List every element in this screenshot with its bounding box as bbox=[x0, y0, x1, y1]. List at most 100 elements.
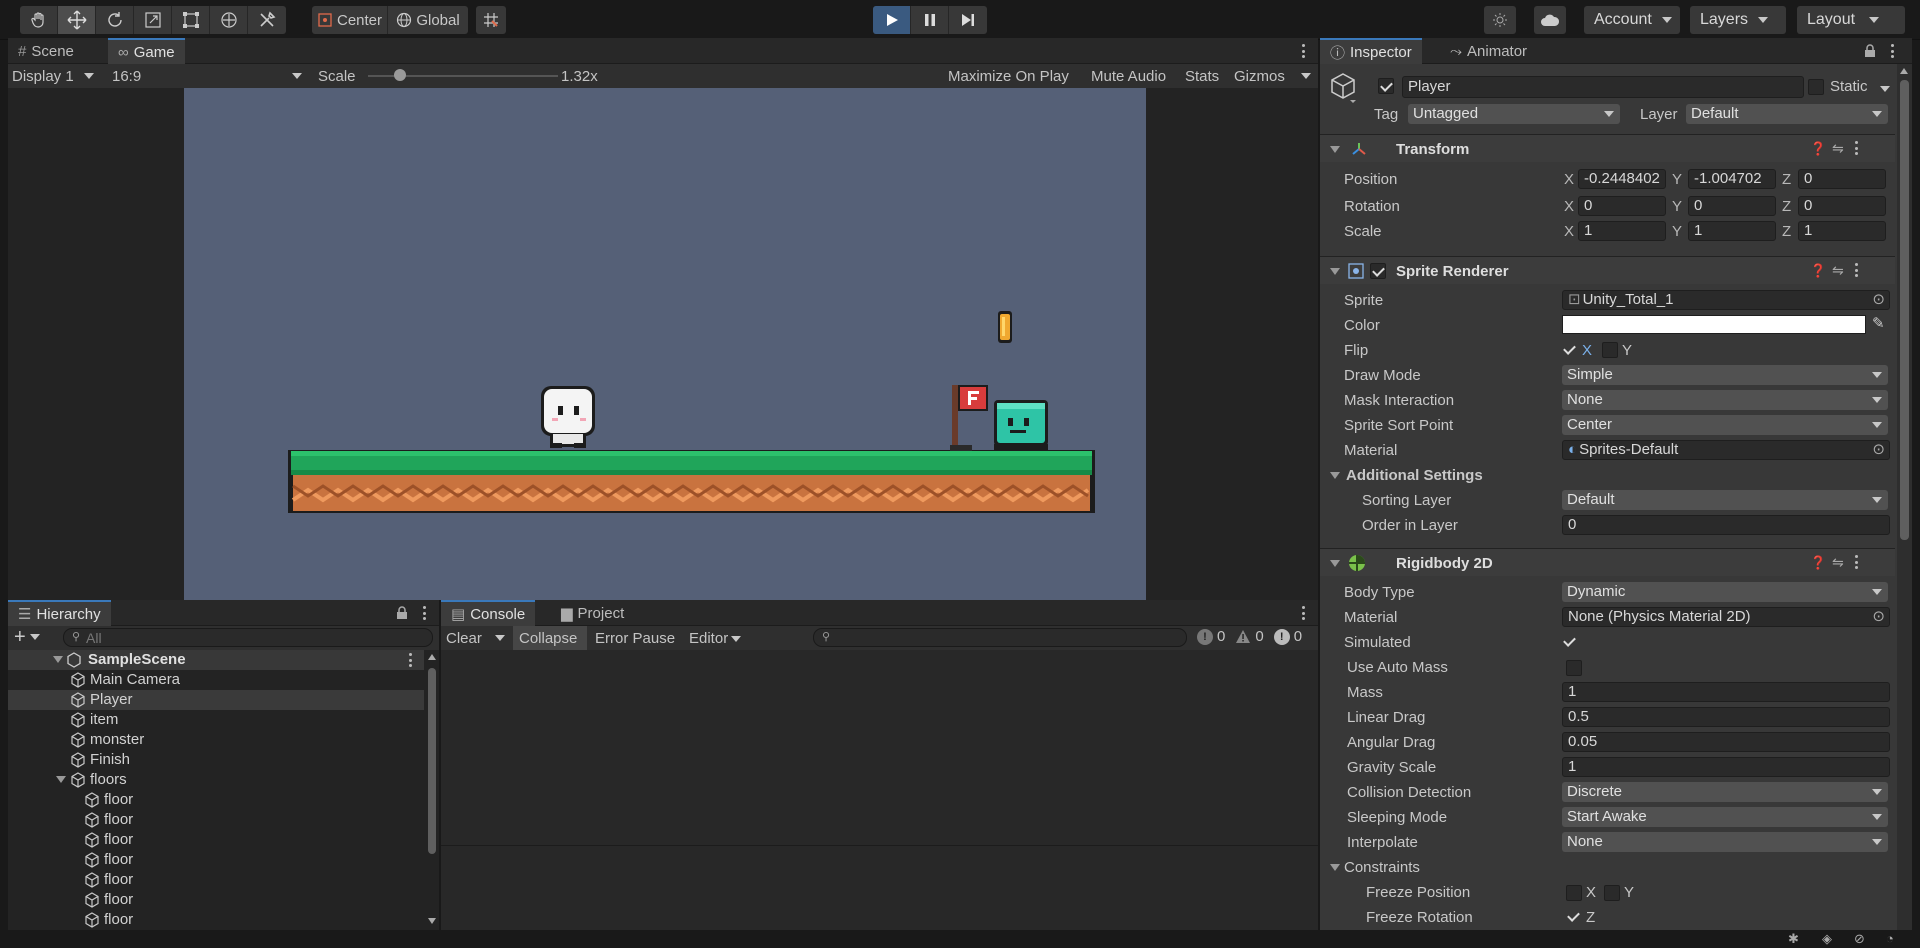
gizmos-toggle[interactable]: Gizmos bbox=[1234, 68, 1285, 85]
draw-mode-dropdown[interactable]: Simple bbox=[1562, 365, 1888, 385]
collapse-toggle[interactable]: Collapse bbox=[513, 626, 587, 650]
tab-hierarchy[interactable]: ☰ Hierarchy bbox=[8, 600, 111, 626]
inspector-lock-icon[interactable] bbox=[1864, 44, 1876, 58]
help-icon[interactable]: ❓ bbox=[1810, 141, 1826, 157]
transform-menu-icon[interactable] bbox=[1854, 141, 1858, 155]
hierarchy-item[interactable]: floor bbox=[8, 890, 424, 910]
hierarchy-item[interactable]: floor bbox=[8, 830, 424, 850]
hierarchy-item[interactable]: floor bbox=[8, 790, 424, 810]
rb-material-field[interactable]: None (Physics Material 2D) ⊙ bbox=[1562, 607, 1890, 627]
pivot-global-button[interactable]: Global bbox=[388, 6, 468, 34]
maximize-on-play-toggle[interactable]: Maximize On Play bbox=[948, 68, 1069, 85]
scale-slider-handle[interactable] bbox=[394, 69, 407, 81]
sprite-renderer-foldout-icon[interactable] bbox=[1330, 268, 1340, 275]
tab-game[interactable]: ∞ Game bbox=[108, 38, 185, 64]
move-tool-icon[interactable] bbox=[58, 6, 96, 34]
object-picker-icon[interactable]: ⊙ bbox=[1872, 441, 1885, 459]
static-dropdown-icon[interactable] bbox=[1880, 86, 1890, 92]
sprite-renderer-enabled-checkbox[interactable] bbox=[1370, 263, 1386, 279]
hierarchy-item[interactable]: floor bbox=[8, 850, 424, 870]
sr-material-field[interactable]: ◐ Sprites-Default ⊙ bbox=[1562, 440, 1890, 460]
position-x-field[interactable]: -0.2448402 bbox=[1578, 169, 1666, 189]
transform-tool-icon[interactable] bbox=[210, 6, 248, 34]
scroll-up-icon[interactable] bbox=[428, 654, 436, 660]
linear-drag-field[interactable]: 0.5 bbox=[1562, 707, 1890, 727]
grid-snap-icon[interactable] bbox=[476, 6, 506, 34]
console-search-field[interactable]: ⚲ bbox=[813, 628, 1187, 647]
active-checkbox[interactable] bbox=[1378, 78, 1394, 94]
rigidbody-header[interactable]: Rigidbody 2D ❓ ⇋ bbox=[1320, 548, 1895, 576]
hierarchy-scroll-thumb[interactable] bbox=[428, 668, 436, 854]
hierarchy-search-field[interactable]: ⚲ All bbox=[63, 628, 433, 647]
lighting-icon[interactable] bbox=[1484, 6, 1516, 34]
scale-x-field[interactable]: 1 bbox=[1578, 221, 1666, 241]
hierarchy-item[interactable]: monster bbox=[8, 730, 424, 750]
network-icon[interactable]: ⊘ bbox=[1854, 931, 1865, 947]
hierarchy-item[interactable]: Main Camera bbox=[8, 670, 424, 690]
mask-interaction-dropdown[interactable]: None bbox=[1562, 390, 1888, 410]
freeze-pos-y-checkbox[interactable] bbox=[1604, 885, 1620, 901]
hierarchy-item[interactable]: Player bbox=[8, 690, 424, 710]
color-swatch[interactable] bbox=[1562, 315, 1866, 334]
hierarchy-scrollbar[interactable] bbox=[426, 650, 439, 930]
rigidbody-foldout-icon[interactable] bbox=[1330, 560, 1340, 567]
tab-console[interactable]: ▤ Console bbox=[441, 600, 536, 626]
hierarchy-item[interactable]: floor bbox=[8, 870, 424, 890]
angular-drag-field[interactable]: 0.05 bbox=[1562, 732, 1890, 752]
object-picker-icon[interactable]: ⊙ bbox=[1872, 608, 1885, 626]
flip-y-checkbox[interactable] bbox=[1602, 342, 1618, 358]
play-button-icon[interactable] bbox=[873, 6, 911, 34]
sorting-layer-dropdown[interactable]: Default bbox=[1562, 490, 1888, 510]
static-checkbox[interactable] bbox=[1808, 79, 1824, 95]
hierarchy-item[interactable]: floor bbox=[8, 910, 424, 930]
rotate-tool-icon[interactable] bbox=[96, 6, 134, 34]
rotation-x-field[interactable]: 0 bbox=[1578, 196, 1666, 216]
scroll-up-icon[interactable] bbox=[1900, 68, 1908, 74]
hierarchy-lock-icon[interactable] bbox=[396, 606, 408, 620]
gravity-scale-field[interactable]: 1 bbox=[1562, 757, 1890, 777]
constraints-foldout-icon[interactable] bbox=[1330, 864, 1340, 871]
foldout-icon[interactable] bbox=[56, 776, 66, 783]
layout-dropdown[interactable]: Layout bbox=[1797, 6, 1905, 34]
order-in-layer-field[interactable]: 0 bbox=[1562, 515, 1890, 535]
tab-inspector[interactable]: ⓘ Inspector bbox=[1320, 38, 1422, 64]
presets-icon[interactable]: ⇋ bbox=[1832, 554, 1844, 571]
rotation-z-field[interactable]: 0 bbox=[1798, 196, 1886, 216]
object-picker-icon[interactable]: ⊙ bbox=[1872, 291, 1885, 309]
object-name-field[interactable]: Player bbox=[1402, 76, 1804, 98]
clear-options-icon[interactable] bbox=[495, 635, 505, 641]
warning-count[interactable]: 0 bbox=[1235, 628, 1264, 645]
tab-project[interactable]: ▆ Project bbox=[551, 600, 634, 626]
pivot-center-button[interactable]: Center bbox=[312, 6, 388, 34]
presets-icon[interactable]: ⇋ bbox=[1832, 140, 1844, 157]
hierarchy-item[interactable]: floor bbox=[8, 810, 424, 830]
game-panel-menu-icon[interactable] bbox=[1301, 44, 1305, 58]
additional-settings-label[interactable]: Additional Settings bbox=[1346, 467, 1483, 484]
body-type-dropdown[interactable]: Dynamic bbox=[1562, 582, 1888, 602]
sprite-object-field[interactable]: ⊡ Unity_Total_1 ⊙ bbox=[1562, 290, 1890, 310]
tab-scene[interactable]: # Scene bbox=[8, 38, 84, 64]
mute-audio-toggle[interactable]: Mute Audio bbox=[1091, 68, 1166, 85]
simulated-checkbox[interactable] bbox=[1562, 634, 1578, 650]
hierarchy-item[interactable]: item bbox=[8, 710, 424, 730]
console-menu-icon[interactable] bbox=[1301, 606, 1305, 620]
sleeping-mode-dropdown[interactable]: Start Awake bbox=[1562, 807, 1888, 827]
transform-foldout-icon[interactable] bbox=[1330, 146, 1340, 153]
cloud-icon[interactable] bbox=[1534, 6, 1566, 34]
additional-settings-foldout-icon[interactable] bbox=[1330, 472, 1340, 479]
console-log-area[interactable] bbox=[441, 650, 1318, 846]
gizmos-dropdown-icon[interactable] bbox=[1301, 73, 1311, 79]
scene-menu-icon[interactable] bbox=[408, 653, 412, 667]
hand-tool-icon[interactable] bbox=[20, 6, 58, 34]
use-auto-mass-checkbox[interactable] bbox=[1566, 660, 1582, 676]
error-pause-toggle[interactable]: Error Pause bbox=[595, 630, 675, 647]
account-dropdown[interactable]: Account bbox=[1584, 6, 1680, 34]
hierarchy-item[interactable]: floors bbox=[8, 770, 424, 790]
tab-animator[interactable]: ⤳ Animator bbox=[1440, 38, 1537, 64]
transform-header[interactable]: Transform ❓ ⇋ bbox=[1320, 134, 1895, 162]
hierarchy-item[interactable]: Finish bbox=[8, 750, 424, 770]
presets-icon[interactable]: ⇋ bbox=[1832, 262, 1844, 279]
scene-row[interactable]: SampleScene bbox=[8, 650, 424, 670]
scene-foldout-icon[interactable] bbox=[53, 656, 63, 663]
flip-x-checkbox[interactable] bbox=[1562, 342, 1578, 358]
